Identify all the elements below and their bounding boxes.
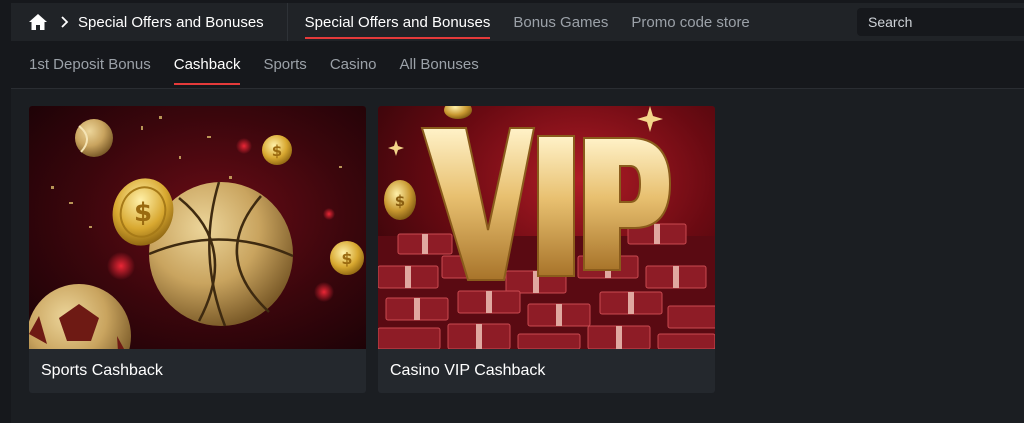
top-navigation-bar: Special Offers and Bonuses Special Offer… [11,3,1024,41]
tab-1st-deposit-bonus[interactable]: 1st Deposit Bonus [29,41,151,88]
sports-cashback-image: $ $ $ [29,106,366,349]
offer-card-title[interactable]: Sports Cashback [29,349,366,393]
topnav-item-bonus-games[interactable]: Bonus Games [513,3,608,41]
offer-card-sports-cashback[interactable]: $ $ $ Sports Cashback [29,106,366,393]
svg-text:$: $ [272,142,282,160]
breadcrumb: Special Offers and Bonuses [11,3,288,41]
offer-card-title[interactable]: Casino VIP Cashback [378,349,715,393]
svg-text:$: $ [134,198,152,228]
chevron-right-icon [61,16,69,28]
offers-grid: $ $ $ Sports Cashback $ Casino VIP Cashb… [11,89,1024,423]
offer-card-casino-vip-cashback[interactable]: $ Casino VIP Cashback [378,106,715,393]
tab-sports[interactable]: Sports [263,41,306,88]
search-box [857,8,1024,36]
topnav-item-promo-code-store[interactable]: Promo code store [631,3,749,41]
tab-cashback[interactable]: Cashback [173,41,240,88]
casino-vip-cashback-image: $ [378,106,715,349]
svg-text:$: $ [395,192,405,210]
breadcrumb-label[interactable]: Special Offers and Bonuses [78,14,264,31]
svg-text:$: $ [341,249,352,268]
top-nav: Special Offers and Bonuses Bonus Games P… [304,3,773,41]
tab-all-bonuses[interactable]: All Bonuses [400,41,479,88]
bonus-category-tabs: 1st Deposit Bonus Cashback Sports Casino… [11,41,1024,89]
search-input[interactable] [868,14,1024,30]
tab-casino[interactable]: Casino [330,41,377,88]
home-icon[interactable] [28,13,48,31]
topnav-item-special-offers[interactable]: Special Offers and Bonuses [304,3,490,41]
